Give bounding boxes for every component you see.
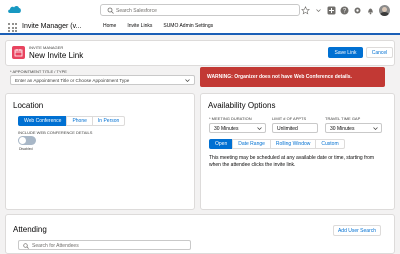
limit-appts-label: LIMIT # OF APPTS	[272, 116, 307, 121]
cancel-button[interactable]: Cancel	[366, 47, 393, 58]
travel-time-gap-select[interactable]: 30 Minutes	[325, 123, 382, 133]
tab-phone[interactable]: Phone	[66, 116, 93, 126]
salesforce-logo[interactable]	[7, 4, 22, 15]
meeting-duration-value: 30 Minutes	[214, 126, 239, 132]
availability-type-tabs: Open Date Range Rolling Window Custom	[209, 139, 345, 149]
nav-item-invite-links[interactable]: Invite Links	[121, 20, 157, 33]
warning-banner: WARNING: Organizer does not have Web Con…	[200, 67, 385, 87]
add-user-search-button[interactable]: Add User Search	[333, 225, 381, 236]
notifications-bell-icon[interactable]	[366, 6, 375, 15]
app-navigation: Invite Manager (v... Home Invite Links S…	[0, 20, 400, 35]
save-link-button[interactable]: Save Link	[328, 47, 363, 58]
page-subtitle: INVITE MANAGER	[29, 45, 64, 50]
chevron-down-icon	[185, 78, 190, 85]
toggle-state-text: Disabled	[19, 147, 33, 151]
nav-items: Home Invite Links SUMO Admin Settings	[97, 20, 218, 33]
location-panel: Location Web Conference Phone In Person …	[5, 93, 195, 210]
page-title: New Invite Link	[29, 51, 84, 60]
tab-rolling-window[interactable]: Rolling Window	[269, 139, 317, 149]
include-web-conference-label: INCLUDE WEB CONFERENCE DETAILS	[18, 130, 93, 135]
search-icon	[23, 243, 29, 251]
favorites-dropdown-icon[interactable]	[314, 6, 323, 15]
location-title: Location	[13, 101, 44, 110]
tab-custom[interactable]: Custom	[315, 139, 345, 149]
include-web-conference-toggle[interactable]	[18, 136, 36, 145]
travel-time-gap-label: TRAVEL TIME GAP	[325, 116, 361, 121]
location-type-tabs: Web Conference Phone In Person	[18, 116, 126, 126]
appointment-title-label: * APPOINTMENT TITLE / TYPE	[10, 69, 67, 74]
app-launcher-icon[interactable]	[8, 23, 17, 32]
nav-item-sumo-admin-settings[interactable]: SUMO Admin Settings	[157, 20, 218, 33]
limit-appts-value: Unlimited	[277, 126, 298, 132]
help-icon[interactable]: ?	[340, 6, 349, 15]
header-utilities: ?	[301, 4, 390, 16]
global-actions-plus-icon[interactable]	[327, 6, 336, 15]
search-icon	[107, 7, 114, 14]
travel-time-gap-value: 30 Minutes	[330, 126, 355, 132]
calendar-record-icon	[12, 46, 25, 59]
app-name: Invite Manager (v...	[22, 23, 82, 30]
tab-web-conference[interactable]: Web Conference	[18, 116, 68, 126]
appointment-title-placeholder: Enter an Appointment Title or Choose App…	[15, 78, 130, 83]
nav-item-home[interactable]: Home	[97, 20, 121, 33]
limit-appts-input[interactable]: Unlimited	[272, 123, 318, 133]
appointment-title-select[interactable]: Enter an Appointment Title or Choose App…	[10, 75, 195, 85]
attendee-search-placeholder: Search for Attendees	[32, 243, 79, 249]
page-header: INVITE MANAGER New Invite Link Save Link…	[5, 40, 395, 66]
global-header: Search Salesforce ?	[0, 0, 400, 20]
global-search-input[interactable]: Search Salesforce	[100, 4, 300, 16]
warning-text: WARNING: Organizer does not have Web Con…	[207, 74, 352, 80]
meeting-duration-label: * MEETING DURATION	[209, 116, 252, 121]
tab-in-person[interactable]: In Person	[91, 116, 126, 126]
chevron-down-icon	[373, 126, 378, 133]
tab-date-range[interactable]: Date Range	[232, 139, 271, 149]
availability-title: Availability Options	[208, 101, 276, 110]
user-avatar[interactable]	[379, 4, 390, 16]
favorites-star-icon[interactable]	[301, 5, 310, 15]
global-search-placeholder: Search Salesforce	[116, 8, 157, 14]
setup-gear-icon[interactable]	[353, 6, 362, 15]
attendee-search-input[interactable]: Search for Attendees	[18, 240, 191, 250]
chevron-down-icon	[257, 126, 262, 133]
meeting-duration-select[interactable]: 30 Minutes	[209, 123, 266, 133]
tab-open[interactable]: Open	[209, 139, 234, 149]
attending-panel: Attending Add User Search Search for Att…	[5, 214, 395, 254]
availability-panel: Availability Options * MEETING DURATION …	[200, 93, 395, 210]
attending-title: Attending	[13, 225, 47, 234]
availability-description: This meeting may be scheduled at any ava…	[209, 155, 375, 168]
